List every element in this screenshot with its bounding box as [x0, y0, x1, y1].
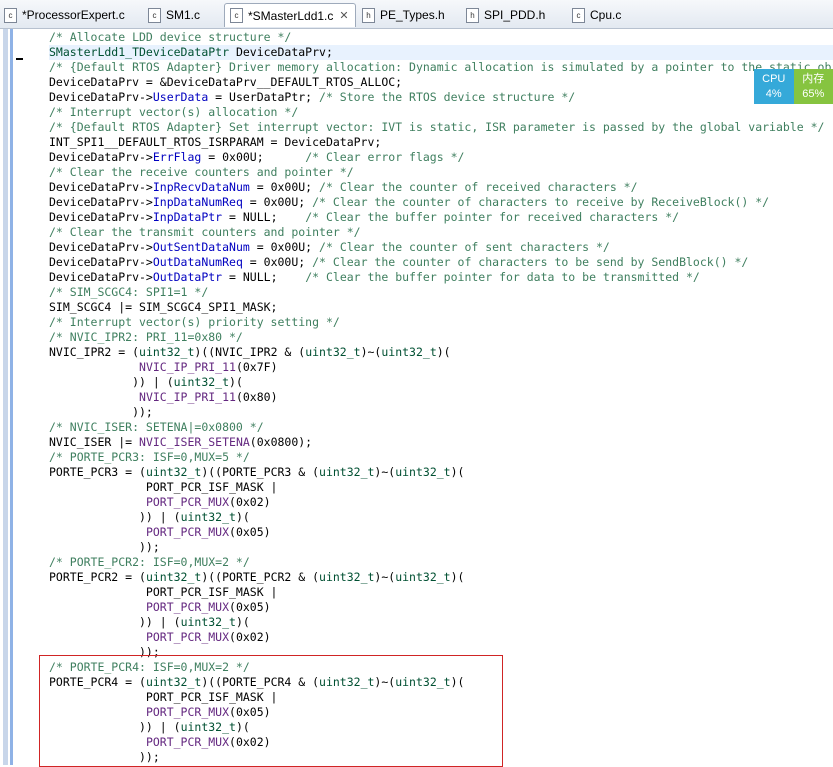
tab-pe-types-h[interactable]: h PE_Types.h — [362, 3, 445, 27]
tab-sm1-c[interactable]: c SM1.c — [148, 3, 200, 27]
vertical-ruler — [3, 29, 8, 765]
c-file-icon: c — [572, 8, 585, 23]
code-line[interactable]: DeviceDataPrv->UserData = UserDataPtr; /… — [49, 90, 833, 105]
code-line[interactable]: DeviceDataPrv->OutDataPtr = NULL; /* Cle… — [49, 270, 833, 285]
code-line[interactable]: NVIC_IPR2 = (uint32_t)((NVIC_IPR2 & (uin… — [49, 345, 833, 360]
code-line[interactable]: PORT_PCR_MUX(0x02) — [49, 495, 833, 510]
tab-label: *SMasterLdd1.c — [248, 9, 333, 23]
c-file-icon: c — [148, 8, 161, 23]
code-line[interactable]: /* PORTE_PCR3: ISF=0,MUX=5 */ — [49, 450, 833, 465]
code-line[interactable]: /* Clear the transmit counters and point… — [49, 225, 833, 240]
code-line[interactable]: DeviceDataPrv = &DeviceDataPrv__DEFAULT_… — [49, 75, 833, 90]
code-line[interactable]: )) | (uint32_t)( — [49, 510, 833, 525]
code-line[interactable]: NVIC_IP_PRI_11(0x7F) — [49, 360, 833, 375]
h-file-icon: h — [466, 8, 479, 23]
code-line[interactable]: )); — [49, 405, 833, 420]
annotation-highlight-box — [39, 655, 503, 767]
code-line[interactable]: PORT_PCR_MUX(0x05) — [49, 525, 833, 540]
close-icon[interactable]: ✕ — [339, 9, 348, 22]
code-line[interactable]: PORT_PCR_MUX(0x02) — [49, 630, 833, 645]
system-monitor-widget: CPU 4% 内存 65% — [754, 69, 833, 104]
code-line[interactable]: PORT_PCR_ISF_MASK | — [49, 480, 833, 495]
memory-usage: 内存 65% — [794, 69, 833, 104]
code-line[interactable]: PORTE_PCR3 = (uint32_t)((PORTE_PCR3 & (u… — [49, 465, 833, 480]
c-file-icon: c — [4, 8, 17, 23]
tab-label: PE_Types.h — [380, 8, 445, 22]
tab-label: SM1.c — [166, 8, 200, 22]
tab-cpu-c[interactable]: c Cpu.c — [572, 3, 621, 27]
code-line[interactable]: NVIC_IP_PRI_11(0x80) — [49, 390, 833, 405]
code-line[interactable]: /* SIM_SCGC4: SPI1=1 */ — [49, 285, 833, 300]
code-line[interactable]: /* Clear the receive counters and pointe… — [49, 165, 833, 180]
cpu-usage: CPU 4% — [754, 69, 794, 104]
cpu-label: CPU — [762, 72, 785, 87]
code-line[interactable]: DeviceDataPrv->InpRecvDataNum = 0x00U; /… — [49, 180, 833, 195]
code-line[interactable]: /* Interrupt vector(s) priority setting … — [49, 315, 833, 330]
code-line[interactable]: PORT_PCR_MUX(0x05) — [49, 600, 833, 615]
code-line[interactable]: DeviceDataPrv->InpDataPtr = NULL; /* Cle… — [49, 210, 833, 225]
tab-processorexpert-c[interactable]: c *ProcessorExpert.c — [4, 3, 125, 27]
tab-label: *ProcessorExpert.c — [22, 8, 125, 22]
code-line[interactable]: PORT_PCR_ISF_MASK | — [49, 585, 833, 600]
change-ruler — [10, 29, 13, 765]
current-line-marker — [16, 58, 23, 60]
code-line[interactable]: DeviceDataPrv->ErrFlag = 0x00U; /* Clear… — [49, 150, 833, 165]
tab-label: SPI_PDD.h — [484, 8, 545, 22]
code-line[interactable]: DeviceDataPrv->OutSentDataNum = 0x00U; /… — [49, 240, 833, 255]
code-line[interactable]: /* NVIC_IPR2: PRI_11=0x80 */ — [49, 330, 833, 345]
h-file-icon: h — [362, 8, 375, 23]
code-line[interactable]: NVIC_ISER |= NVIC_ISER_SETENA(0x0800); — [49, 435, 833, 450]
cpu-value: 4% — [766, 87, 782, 102]
code-line[interactable]: )) | (uint32_t)( — [49, 375, 833, 390]
tab-spi-pdd-h[interactable]: h SPI_PDD.h — [466, 3, 545, 27]
code-line[interactable]: SIM_SCGC4 |= SIM_SCGC4_SPI1_MASK; — [49, 300, 833, 315]
code-line[interactable]: SMasterLdd1_TDeviceDataPtr DeviceDataPrv… — [49, 45, 833, 60]
code-line[interactable]: /* Allocate LDD device structure */ — [49, 30, 833, 45]
code-line[interactable]: /* PORTE_PCR2: ISF=0,MUX=2 */ — [49, 555, 833, 570]
code-line[interactable]: )) | (uint32_t)( — [49, 615, 833, 630]
memory-value: 65% — [802, 87, 824, 102]
tab-label: Cpu.c — [590, 8, 621, 22]
code-line[interactable]: /* {Default RTOS Adapter} Set interrupt … — [49, 120, 833, 135]
c-file-icon: c — [230, 8, 243, 23]
code-line[interactable]: INT_SPI1__DEFAULT_RTOS_ISRPARAM = Device… — [49, 135, 833, 150]
memory-label: 内存 — [802, 72, 824, 87]
tab-smasterldd1-c[interactable]: c *SMasterLdd1.c ✕ — [224, 3, 356, 27]
code-line[interactable]: /* Interrupt vector(s) allocation */ — [49, 105, 833, 120]
code-line[interactable]: /* {Default RTOS Adapter} Driver memory … — [49, 60, 833, 75]
editor-tab-bar: c *ProcessorExpert.c c SM1.c c *SMasterL… — [0, 0, 833, 29]
code-line[interactable]: DeviceDataPrv->OutDataNumReq = 0x00U; /*… — [49, 255, 833, 270]
code-line[interactable]: PORTE_PCR2 = (uint32_t)((PORTE_PCR2 & (u… — [49, 570, 833, 585]
code-line[interactable]: )); — [49, 540, 833, 555]
code-line[interactable]: /* NVIC_ISER: SETENA|=0x0800 */ — [49, 420, 833, 435]
code-line[interactable]: DeviceDataPrv->InpDataNumReq = 0x00U; /*… — [49, 195, 833, 210]
